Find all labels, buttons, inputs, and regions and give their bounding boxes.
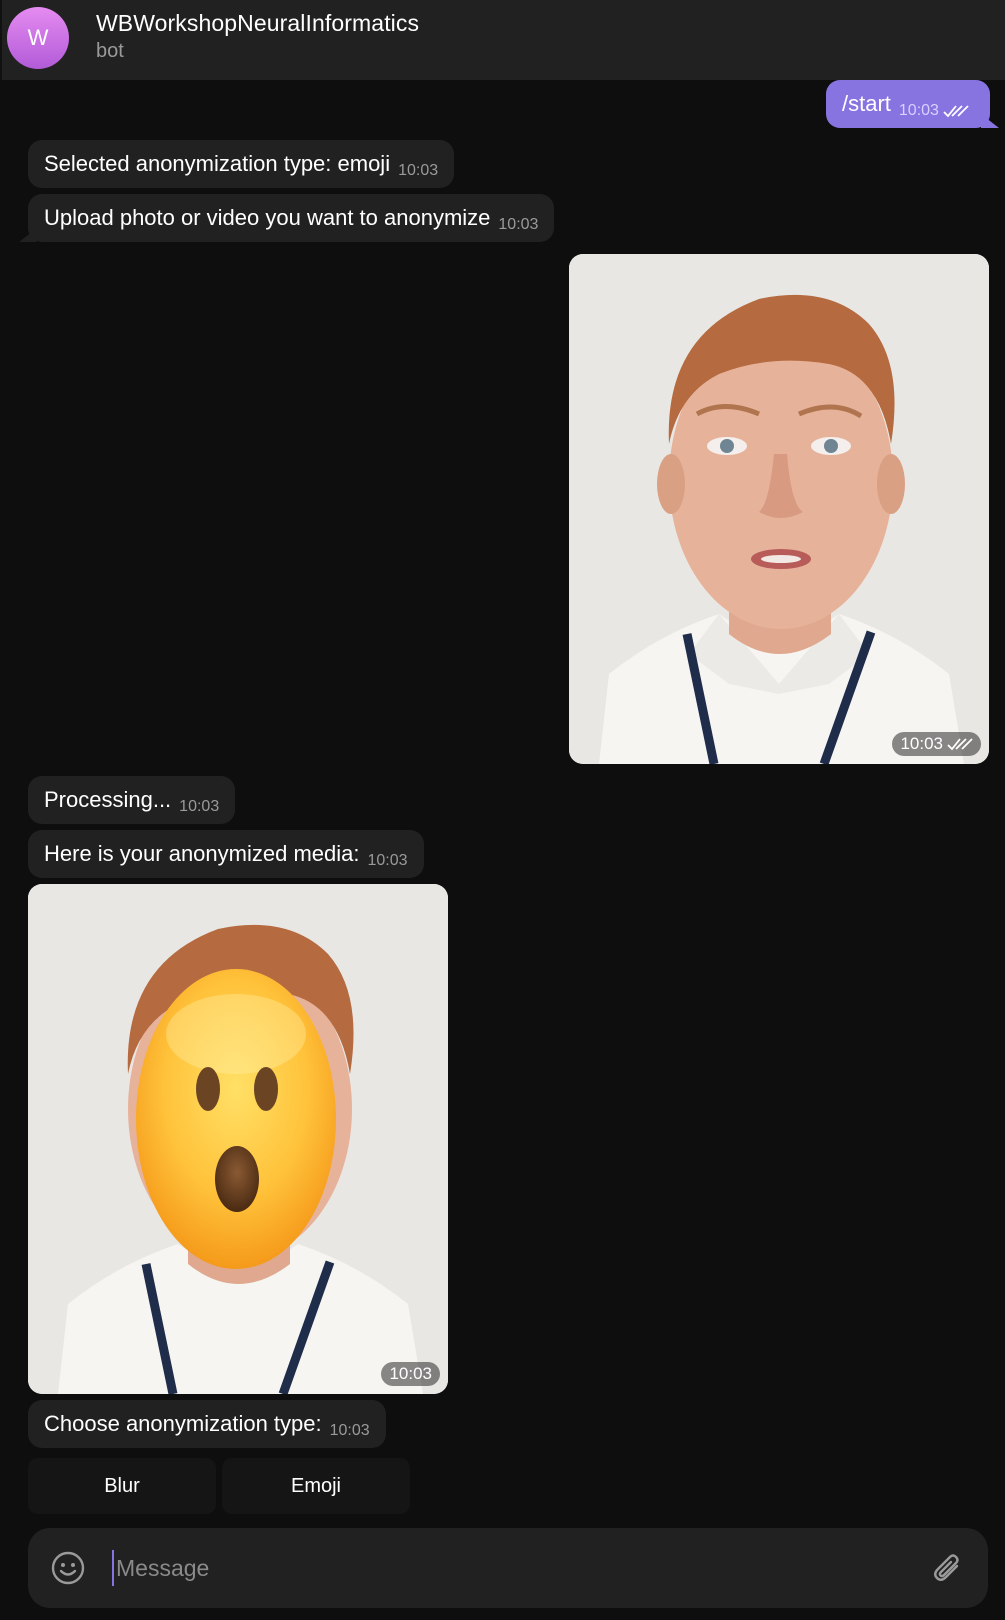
smiley-icon[interactable]	[50, 1550, 86, 1586]
message-incoming[interactable]: Processing... 10:03	[28, 776, 236, 824]
bot-avatar[interactable]: W	[7, 7, 69, 69]
chat-window: W WBWorkshopNeuralInformatics bot /start…	[0, 0, 1005, 1620]
message-photo-original[interactable]: 10:03	[569, 254, 989, 764]
message-time: 10:03	[498, 216, 539, 233]
message-text: Selected anonymization type: emoji	[44, 151, 391, 176]
message-text: Choose anonymization type:	[44, 1411, 322, 1436]
chat-subtitle: bot	[96, 40, 124, 62]
message-time: 10:03	[900, 734, 943, 753]
portrait-photo	[569, 254, 989, 764]
message-input[interactable]	[112, 1550, 892, 1586]
double-check-icon	[947, 738, 973, 751]
message-incoming[interactable]: Selected anonymization type: emoji 10:03	[28, 140, 455, 188]
message-incoming[interactable]: Upload photo or video you want to anonym…	[28, 194, 555, 242]
message-text: Here is your anonymized media:	[44, 841, 360, 866]
double-check-icon	[943, 105, 969, 118]
paperclip-icon[interactable]	[930, 1550, 966, 1586]
message-incoming[interactable]: Choose anonymization type: 10:03	[28, 1400, 386, 1448]
message-time: 10:03	[898, 102, 939, 119]
photo-timestamp: 10:03	[381, 1362, 440, 1386]
chat-header[interactable]: W WBWorkshopNeuralInformatics bot	[0, 0, 1005, 80]
message-text: /start	[842, 91, 891, 116]
keyboard-button-emoji[interactable]: Emoji	[222, 1458, 410, 1514]
message-time: 10:03	[398, 162, 439, 179]
message-text: Upload photo or video you want to anonym…	[44, 205, 491, 230]
chat-title: WBWorkshopNeuralInformatics	[96, 10, 420, 36]
photo-timestamp: 10:03	[892, 732, 981, 756]
message-time: 10:03	[367, 852, 408, 869]
message-time: 10:03	[389, 1364, 432, 1383]
message-time: 10:03	[179, 798, 220, 815]
message-text: Processing...	[44, 787, 172, 812]
message-composer	[28, 1528, 988, 1608]
message-incoming[interactable]: Here is your anonymized media: 10:03	[28, 830, 424, 878]
message-photo-anonymized[interactable]: 10:03	[28, 884, 448, 1394]
message-time: 10:03	[329, 1422, 370, 1439]
keyboard-button-blur[interactable]: Blur	[28, 1458, 216, 1514]
message-outgoing-start[interactable]: /start 10:03	[826, 80, 990, 128]
anonymized-portrait	[28, 884, 448, 1394]
